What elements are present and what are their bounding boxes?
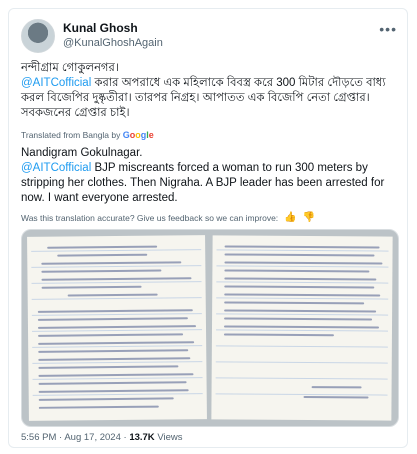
feedback-prompt: Was this translation accurate? Give us f…: [21, 212, 279, 223]
en-line-1: Nandigram Gokulnagar.: [21, 147, 143, 159]
thumbs-up-icon[interactable]: 👍: [284, 212, 296, 223]
handwritten-page-right: [211, 235, 393, 421]
mention-link[interactable]: @AITCofficial: [21, 162, 91, 174]
translation-feedback: Was this translation accurate? Give us f…: [21, 212, 315, 223]
tweet-text-translated: Nandigram Gokulnagar. @AITCofficial BJP …: [21, 146, 397, 206]
views-count: 13.7K: [129, 432, 155, 443]
bn-line-1: নন্দীগ্রাম গোকুলনগর।: [21, 62, 119, 74]
more-dots-icon[interactable]: •••: [379, 21, 397, 37]
tweet-meta: 5:56 PM · Aug 17, 2024 · 13.7K Views: [21, 432, 182, 443]
display-name[interactable]: Kunal Ghosh: [63, 21, 163, 36]
tweet-date[interactable]: Aug 17, 2024: [64, 432, 121, 443]
author-names: Kunal Ghosh @KunalGhoshAgain: [63, 21, 163, 50]
tweet-time[interactable]: 5:56 PM: [21, 432, 56, 443]
translation-attribution: Translated from Bangla by Google: [21, 130, 154, 140]
mention-link[interactable]: @AITCofficial: [21, 77, 91, 89]
thumbs-down-icon[interactable]: 👎: [303, 212, 315, 223]
tweet-text-bengali: নন্দীগ্রাম গোকুলনগর। @AITCofficial করার …: [21, 61, 397, 121]
tweet-header: Kunal Ghosh @KunalGhoshAgain •••: [21, 19, 397, 55]
google-logo: Google: [122, 130, 154, 140]
meta-separator: ·: [59, 432, 63, 443]
handwritten-page-left: [27, 235, 207, 421]
user-handle[interactable]: @KunalGhoshAgain: [63, 36, 163, 50]
translated-label: Translated from Bangla by: [21, 130, 121, 140]
avatar[interactable]: [21, 19, 55, 53]
en-paragraph: @AITCofficial BJP miscreants forced a wo…: [21, 161, 397, 206]
tweet-card: Kunal Ghosh @KunalGhoshAgain ••• নন্দীগ্…: [8, 8, 408, 448]
meta-separator: ·: [123, 432, 127, 443]
attached-photo[interactable]: [21, 229, 399, 427]
bn-paragraph: @AITCofficial করার অপরাধে এক মহিলাকে বিব…: [21, 76, 397, 121]
views-label: Views: [157, 432, 183, 443]
